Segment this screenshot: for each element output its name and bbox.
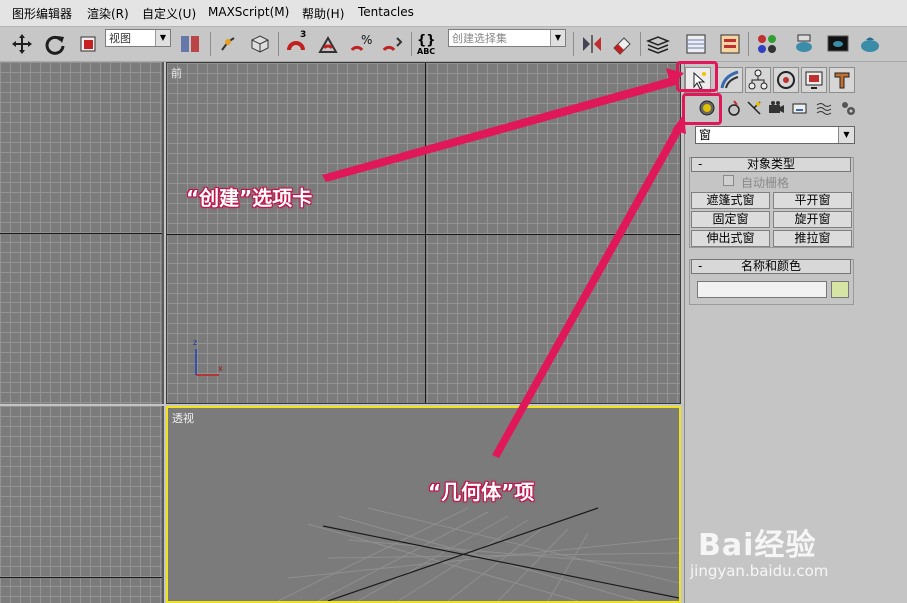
grid-axis-line [167, 234, 680, 235]
rotate-icon[interactable] [43, 32, 67, 56]
grid-axis-line [0, 233, 162, 234]
baidu-watermark-url: jingyan.baidu.com [690, 562, 829, 580]
create-tab-callout: “创建”选项卡 [186, 186, 313, 210]
layer-manager-icon[interactable] [645, 32, 671, 56]
tab-modify[interactable] [717, 67, 743, 93]
quick-render-icon[interactable] [858, 32, 882, 56]
object-type-rollout-header[interactable]: - 对象类型 [691, 157, 851, 172]
collapse-icon: - [698, 157, 703, 171]
svg-text:%: % [361, 33, 372, 47]
percent-snap-icon[interactable]: % [348, 32, 372, 56]
angle-snap-icon[interactable] [316, 32, 340, 56]
abc-label: ABC [417, 47, 436, 56]
mirror-icon[interactable] [580, 32, 604, 56]
selection-set-combo[interactable]: 创建选择集 ▼ [448, 29, 566, 47]
axis-x-label: x [218, 364, 223, 373]
cameras-category-icon[interactable] [767, 99, 785, 117]
menu-graph-editors[interactable]: 图形编辑器 [12, 5, 72, 22]
name-color-rollout-header[interactable]: - 名称和颜色 [691, 259, 851, 274]
object-color-swatch[interactable] [831, 281, 849, 298]
snap-dimension-label: 3 [300, 30, 307, 40]
menu-help[interactable]: 帮助(H) [302, 5, 344, 22]
material-editor-icon[interactable] [755, 32, 779, 56]
collapse-icon: - [698, 259, 703, 273]
chevron-down-icon: ▼ [155, 30, 170, 46]
object-name-input[interactable] [697, 281, 827, 298]
baidu-watermark-logo: Bai经验 [698, 520, 816, 564]
tab-hierarchy[interactable] [745, 67, 771, 93]
toolbar-separator [748, 32, 749, 56]
sliding-window-button[interactable]: 推拉窗 [773, 230, 852, 247]
rendered-frame-window-icon[interactable] [826, 32, 850, 56]
projected-window-button[interactable]: 伸出式窗 [691, 230, 770, 247]
object-category-value: 窗 [699, 128, 712, 142]
lights-category-icon[interactable] [745, 99, 763, 117]
toolbar-separator [210, 32, 211, 56]
tab-display[interactable] [801, 67, 827, 93]
helpers-category-icon[interactable] [791, 99, 809, 117]
fixed-window-button[interactable]: 固定窗 [691, 211, 770, 228]
reference-coord-value: 视图 [109, 32, 131, 45]
toolbar-separator [278, 32, 279, 56]
menu-customize[interactable]: 自定义(U) [142, 5, 196, 22]
object-type-title: 对象类型 [746, 157, 795, 171]
systems-category-icon[interactable] [839, 99, 857, 117]
awning-window-button[interactable]: 遮篷式窗 [691, 192, 770, 209]
perspective-viewport[interactable]: 透视 [166, 406, 681, 603]
object-category-dropdown[interactable]: 窗 ▼ [695, 126, 855, 144]
menu-maxscript[interactable]: MAXScript(M) [208, 5, 289, 19]
toolbar-separator [573, 32, 574, 56]
auto-grid-label: 自动栅格 [741, 176, 790, 190]
baidu-watermark-brand: Bai经验 [698, 528, 817, 563]
move-icon[interactable] [10, 32, 34, 56]
shapes-category-icon[interactable] [725, 99, 743, 117]
casement-window-button[interactable]: 平开窗 [773, 192, 852, 209]
snap-toggle-icon[interactable]: 3 [284, 30, 308, 56]
chevron-down-icon: ▼ [838, 127, 854, 143]
reference-coord-combo[interactable]: 视图 ▼ [105, 29, 171, 47]
geometry-callout: “几何体”项 [428, 480, 535, 504]
chevron-down-icon: ▼ [550, 30, 565, 46]
named-selection-icon[interactable]: {} ABC [416, 32, 440, 56]
name-color-title: 名称和颜色 [740, 259, 801, 273]
tab-utilities[interactable] [829, 67, 855, 93]
front-viewport[interactable]: 前 z x [166, 62, 681, 404]
pivot-icon[interactable] [178, 32, 202, 56]
align-icon[interactable] [610, 32, 634, 56]
perspective-grid [277, 507, 679, 601]
left-viewport[interactable] [0, 406, 164, 603]
selection-set-placeholder: 创建选择集 [452, 32, 507, 45]
grid-axis-line [425, 63, 426, 403]
schematic-view-icon[interactable] [718, 32, 742, 56]
manipulate-icon[interactable] [216, 32, 240, 56]
axis-z-label: z [193, 338, 198, 347]
space-warps-category-icon[interactable] [815, 99, 833, 117]
render-setup-icon[interactable] [792, 32, 816, 56]
toolbar-separator [640, 32, 641, 56]
keyboard-shortcut-icon[interactable] [248, 32, 272, 56]
top-viewport[interactable] [0, 62, 164, 404]
tab-motion[interactable] [773, 67, 799, 93]
spinner-snap-icon[interactable] [380, 32, 404, 56]
menu-rendering[interactable]: 渲染(R) [87, 5, 129, 22]
scale-icon[interactable] [76, 32, 100, 56]
axis-tripod-icon: z x [189, 338, 229, 379]
menu-tentacles[interactable]: Tentacles [358, 5, 414, 19]
menu-bar: 图形编辑器 渲染(R) 自定义(U) MAXScript(M) 帮助(H) Te… [0, 0, 907, 27]
pivoted-window-button[interactable]: 旋开窗 [773, 211, 852, 228]
toolbar-separator [411, 32, 412, 56]
curve-editor-icon[interactable] [684, 32, 708, 56]
auto-grid-checkbox[interactable] [723, 175, 734, 186]
grid-axis-line [0, 577, 162, 578]
front-viewport-label[interactable]: 前 [171, 65, 182, 81]
geometry-icon-highlight [682, 93, 722, 125]
create-tab-highlight [676, 61, 718, 92]
main-toolbar: 视图 ▼ 3 % {} ABC 创建选择集 ▼ [0, 27, 907, 62]
